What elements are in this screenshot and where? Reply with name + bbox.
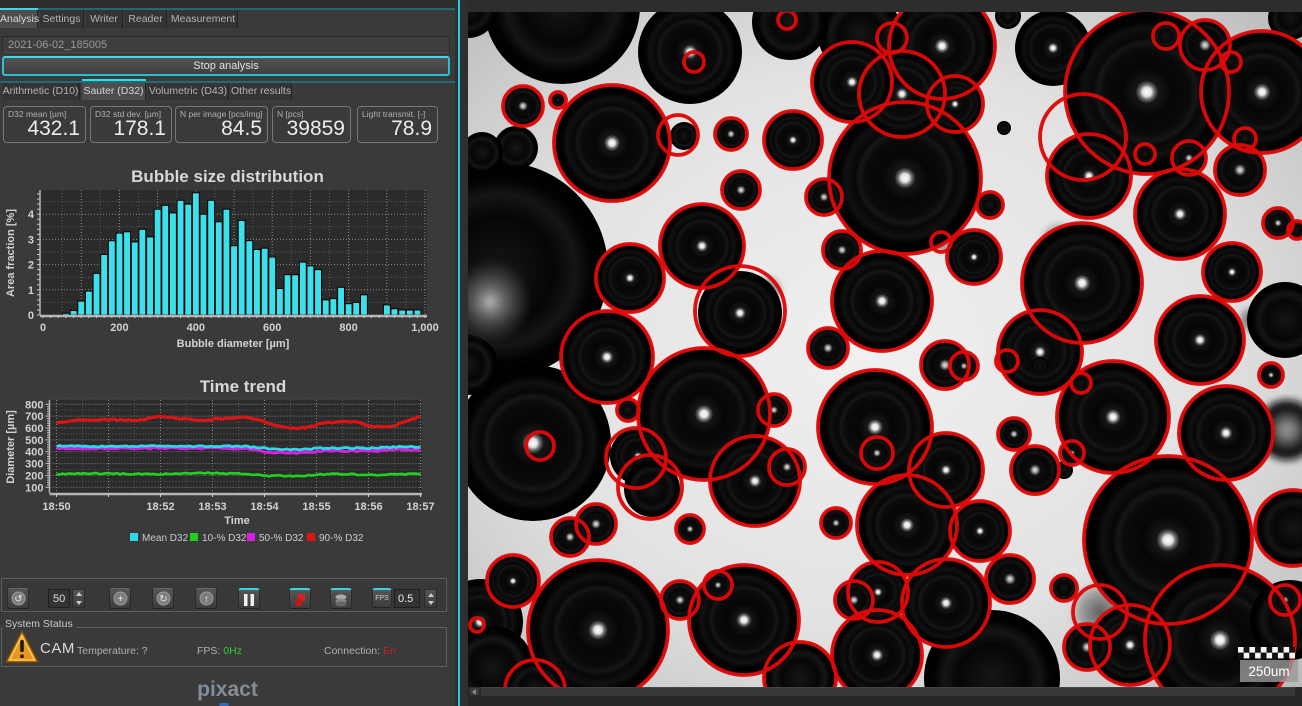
svg-text:18:54: 18:54 [250, 501, 279, 513]
svg-text:600: 600 [25, 423, 43, 435]
svg-text:4: 4 [28, 209, 35, 221]
svg-text:18:53: 18:53 [198, 501, 226, 513]
svg-text:↑: ↑ [204, 594, 209, 605]
svg-text:18:50: 18:50 [42, 501, 70, 513]
svg-text:800: 800 [25, 399, 43, 411]
svg-text:Bubble diameter [µm]: Bubble diameter [µm] [177, 338, 290, 350]
svg-text:400: 400 [187, 322, 205, 334]
svg-text:0: 0 [40, 322, 46, 334]
svg-text:3: 3 [28, 234, 34, 246]
svg-text:0: 0 [28, 310, 34, 322]
svg-text:400: 400 [25, 447, 43, 459]
svg-text:↻: ↻ [159, 594, 167, 605]
svg-text:18:52: 18:52 [146, 501, 174, 513]
svg-text:200: 200 [110, 322, 128, 334]
svg-text:100: 100 [25, 482, 43, 494]
svg-text:18:56: 18:56 [354, 501, 382, 513]
svg-text:1,000: 1,000 [411, 322, 439, 334]
svg-text:+: + [117, 594, 123, 605]
svg-text:600: 600 [263, 322, 281, 334]
svg-text:Mean D32: Mean D32 [142, 533, 189, 544]
svg-text:800: 800 [339, 322, 357, 334]
svg-text:90-% D32: 90-% D32 [319, 533, 364, 544]
svg-text:700: 700 [25, 411, 43, 423]
svg-text:1: 1 [28, 285, 34, 297]
svg-text:Diameter [µm]: Diameter [µm] [5, 410, 17, 484]
svg-text:10-% D32: 10-% D32 [202, 533, 247, 544]
svg-text:Time: Time [224, 515, 249, 527]
svg-text:300: 300 [25, 459, 43, 471]
svg-text:250um: 250um [1248, 664, 1289, 679]
svg-text:↺: ↺ [14, 594, 22, 605]
svg-text:18:57: 18:57 [406, 501, 434, 513]
svg-text:2: 2 [28, 260, 34, 272]
svg-text:Area fraction [%]: Area fraction [%] [5, 209, 17, 297]
svg-text:18:55: 18:55 [302, 501, 330, 513]
svg-text:50-% D32: 50-% D32 [259, 533, 304, 544]
svg-text:200: 200 [25, 470, 43, 482]
svg-text:500: 500 [25, 435, 43, 447]
